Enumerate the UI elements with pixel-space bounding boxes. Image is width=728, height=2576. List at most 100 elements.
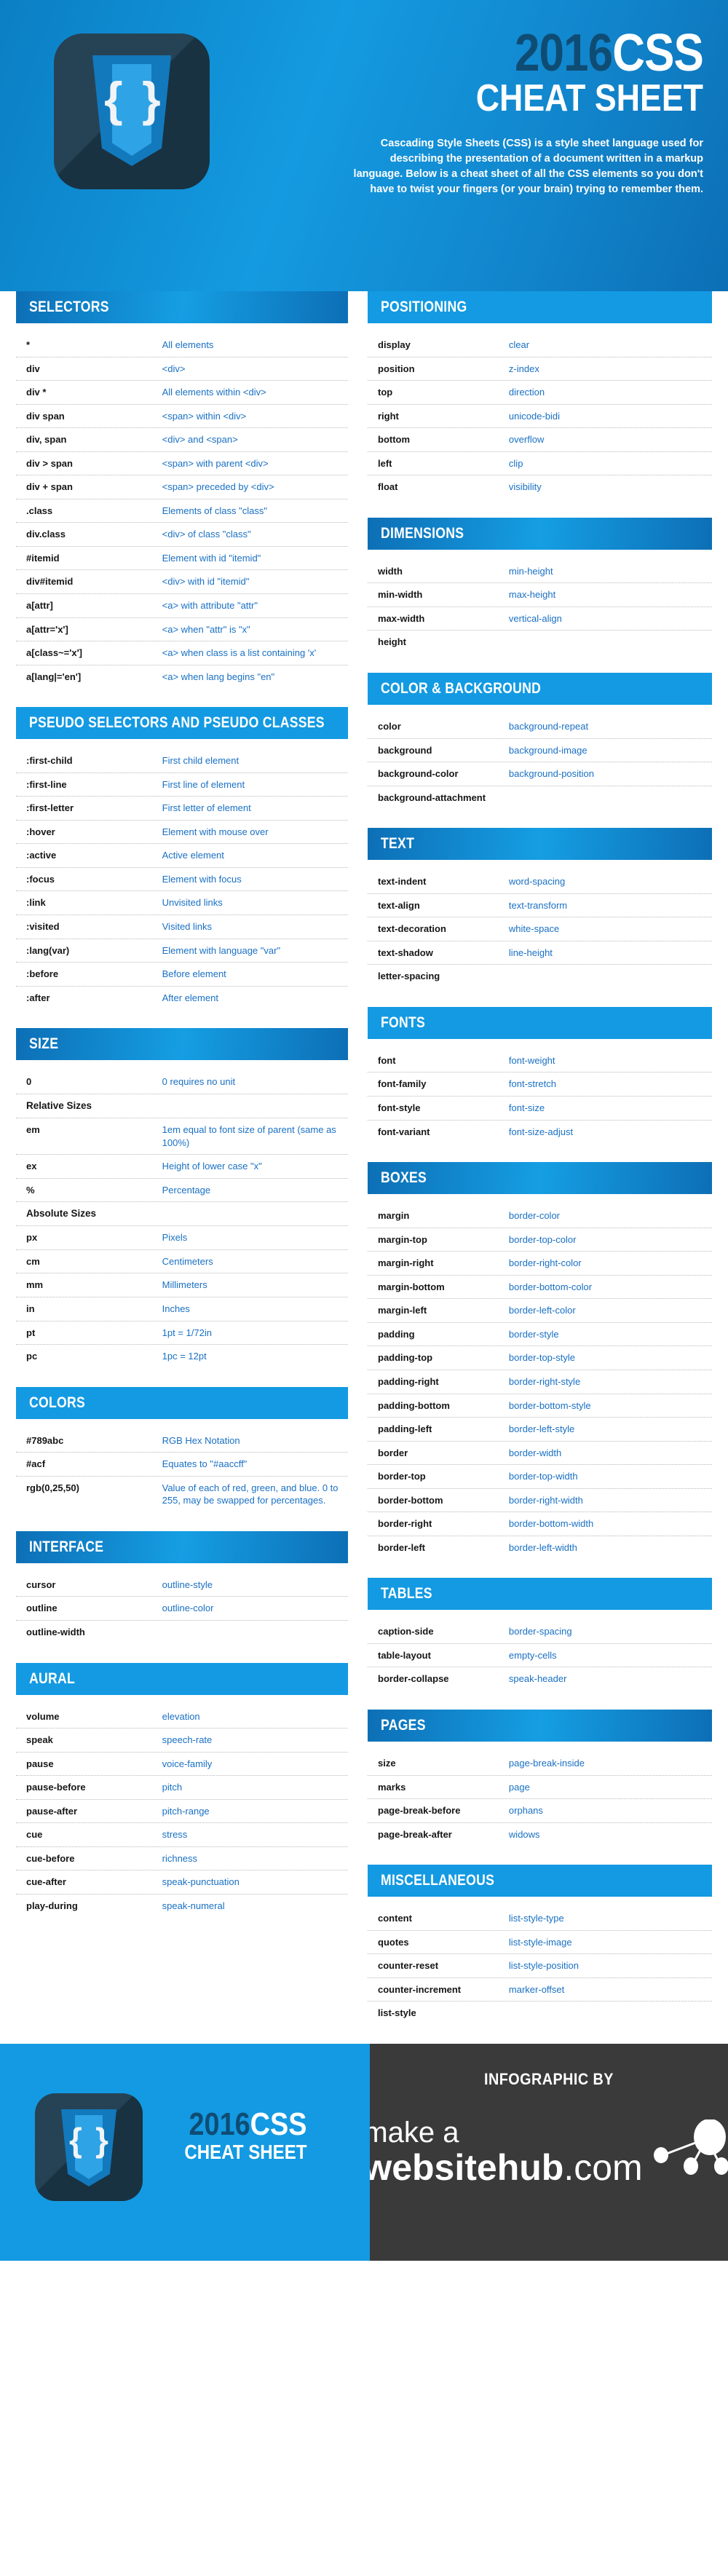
property-key: :focus (26, 873, 55, 885)
property-key: margin-top (378, 1233, 427, 1245)
property-value: list-style-position (508, 1960, 579, 1972)
table-row: text-decoration white-space (368, 917, 712, 941)
property-key: div#itemid (26, 576, 74, 588)
footer-title-year: 2016 (189, 2106, 250, 2142)
table-row: cue-before richness (16, 1847, 348, 1871)
table-row: mm Millimeters (16, 1273, 348, 1298)
section-title: PSEUDO SELECTORS AND PSEUDO CLASSES (29, 714, 325, 732)
property-key: % (26, 1184, 35, 1196)
property-key: :before (26, 968, 59, 980)
property-value: <a> when "attr" is "x" (162, 623, 250, 635)
property-value: First child element (162, 755, 240, 767)
property-key: #itemid (26, 552, 60, 564)
table-row: margin-top border-top-color (368, 1228, 712, 1252)
section-rows-positioning: display clear position z-index top direction r… (368, 323, 712, 513)
property-value: After element (162, 992, 218, 1003)
property-value: 0 requires no unit (162, 1076, 236, 1088)
table-row: div * All elements within <div> (16, 381, 348, 405)
property-value: Value of each of red, green, and blue. 0… (162, 1482, 339, 1506)
property-value: border-style (508, 1328, 559, 1340)
section-pages: PAGES size page-break-inside marks page page-… (368, 1709, 712, 1860)
section-rows-pages: size page-break-inside marks page page-break… (368, 1742, 712, 1860)
property-key: div + span (26, 481, 73, 493)
property-key: border-top (378, 1471, 426, 1482)
property-key: quotes (378, 1936, 409, 1948)
property-value: elevation (162, 1710, 200, 1722)
section-miscellaneous: MISCELLANEOUS content list-style-type quote… (368, 1865, 712, 2039)
table-row: pause-before pitch (16, 1776, 348, 1800)
property-value: <a> when lang begins "en" (162, 671, 275, 682)
property-key: table-layout (378, 1649, 431, 1661)
section-header-pseudo-selectors: PSEUDO SELECTORS AND PSEUDO CLASSES (16, 707, 348, 740)
property-value: font-weight (508, 1054, 555, 1066)
property-key: padding (378, 1328, 415, 1340)
property-value: <span> within <div> (162, 410, 247, 422)
property-key: font-variant (378, 1126, 430, 1137)
content-columns: SELECTORS * All elements div <div> div * All e… (0, 291, 728, 2044)
property-key: rgb(0,25,50) (26, 1482, 79, 1493)
property-key: margin-right (378, 1257, 434, 1269)
property-key: cue-before (26, 1852, 75, 1864)
property-key: size (378, 1757, 396, 1769)
section-rows-tables: caption-side border-spacing table-layout em… (368, 1610, 712, 1705)
property-key: font-style (378, 1102, 421, 1114)
property-key: cursor (26, 1579, 56, 1590)
property-key: div, span (26, 434, 67, 446)
section-header-interface: INTERFACE (16, 1530, 348, 1563)
property-key: pause-before (26, 1782, 86, 1793)
property-value: text-transform (508, 899, 568, 911)
header-description: Cascading Style Sheets (CSS) is a style … (353, 137, 703, 195)
property-value: white-space (508, 923, 560, 935)
section-title: POSITIONING (381, 299, 467, 315)
property-value: 1pt = 1/72in (162, 1327, 212, 1338)
section-text: TEXT text-indent word-spacing text-align tex… (368, 828, 712, 1003)
property-value: border-width (508, 1447, 562, 1458)
section-header-color-background: COLOR & BACKGROUND (368, 673, 712, 706)
section-title: FONTS (381, 1014, 426, 1031)
section-positioning: POSITIONING display clear position z-index to… (368, 291, 712, 513)
property-value: 1em equal to font size of parent (same a… (162, 1123, 336, 1148)
table-row: outline-width (16, 1621, 348, 1644)
section-title: PAGES (381, 1716, 426, 1734)
table-row: counter-reset list-style-position (368, 1954, 712, 1978)
table-row: div, span <div> and <span> (16, 428, 348, 452)
footer-credit-block: INFOGRAPHIC BY make a websitehub.com (363, 2043, 728, 2261)
table-row: cm Centimeters (16, 1250, 348, 1274)
table-row: div span <span> within <div> (16, 405, 348, 429)
brand-line1: make a (363, 2116, 459, 2149)
property-value: font-size-adjust (508, 1126, 574, 1137)
property-key: a[class~='x'] (26, 647, 83, 659)
table-row: left clip (368, 452, 712, 476)
table-row: font font-weight (368, 1049, 712, 1073)
table-row: padding-top border-top-style (368, 1346, 712, 1370)
section-title: TEXT (381, 835, 415, 853)
table-row: display clear (368, 333, 712, 357)
table-row: page-break-after widows (368, 1823, 712, 1846)
property-value: page-break-inside (508, 1757, 585, 1769)
property-key: text-indent (378, 876, 427, 888)
property-key: left (378, 457, 392, 469)
section-title: TABLES (381, 1585, 432, 1603)
table-row: a[lang|='en'] <a> when lang begins "en" (16, 665, 348, 689)
property-key: * (26, 339, 31, 350)
table-row: table-layout empty-cells (368, 1644, 712, 1668)
table-row: pt 1pt = 1/72in (16, 1321, 348, 1346)
title-css: CSS (612, 24, 704, 82)
property-value: page (508, 1781, 530, 1793)
property-value: Active element (162, 850, 224, 861)
section-header-fonts: FONTS (368, 1006, 712, 1039)
property-key: in (26, 1303, 35, 1315)
property-value: <div> and <span> (162, 434, 238, 446)
property-value: font-stretch (508, 1078, 556, 1090)
page-title: 2016CSS (340, 27, 704, 79)
footer-title-css: CSS (250, 2106, 307, 2142)
table-row: a[class~='x'] <a> when class is a list co… (16, 641, 348, 665)
table-row: :first-letter First letter of element (16, 797, 348, 821)
table-row: cue-after speak-punctuation (16, 1870, 348, 1895)
property-value: Unvisited links (162, 897, 223, 909)
property-value: RGB Hex Notation (162, 1434, 240, 1446)
footer-brace-right-icon: } (95, 2120, 108, 2159)
property-key: background-attachment (378, 791, 486, 803)
section-title: SIZE (29, 1035, 59, 1053)
property-value: font-size (508, 1102, 545, 1114)
